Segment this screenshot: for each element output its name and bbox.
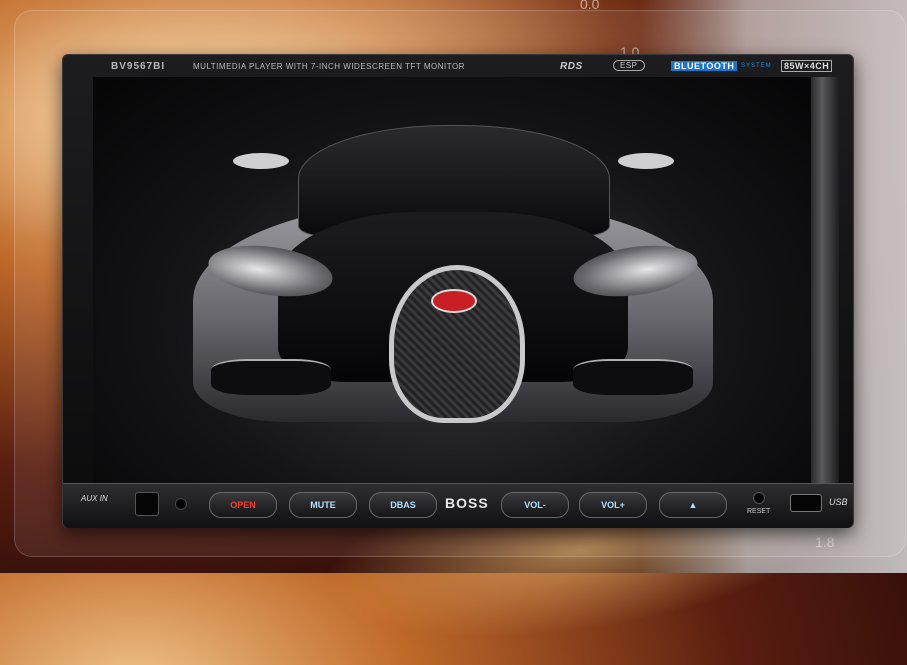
dbas-button[interactable]: DBAS: [369, 492, 437, 518]
screen-side-bezel: [811, 77, 839, 485]
aux-jack: [175, 498, 187, 510]
car-image-vent-left: [211, 359, 331, 395]
reset-button[interactable]: [753, 492, 765, 504]
ir-sensor-button[interactable]: [135, 492, 159, 516]
scale-label-top: 0.0: [580, 0, 600, 12]
car-image-emblem: [431, 289, 477, 313]
volume-up-button[interactable]: VOL+: [579, 492, 647, 518]
usb-port: [790, 494, 822, 512]
tagline-label: MULTIMEDIA PLAYER WITH 7-INCH WIDESCREEN…: [193, 62, 465, 71]
bluetooth-logo: BLUETOOTH: [671, 61, 738, 71]
car-image-mirror-left: [233, 153, 289, 169]
mute-button[interactable]: MUTE: [289, 492, 357, 518]
open-button[interactable]: OPEN: [209, 492, 277, 518]
rds-logo: RDS: [560, 61, 583, 72]
model-label: BV9567BI: [111, 61, 166, 72]
reset-label: RESET: [747, 508, 771, 515]
control-strip: AUX IN OPEN MUTE DBAS BOSS VOL- VOL+ ▲ R…: [63, 483, 853, 528]
car-image-vent-right: [573, 359, 693, 395]
scale-label-bottom: 1.8: [815, 534, 835, 550]
head-unit: BV9567BI MULTIMEDIA PLAYER WITH 7-INCH W…: [62, 54, 854, 528]
esp-logo: ESP: [613, 60, 645, 71]
car-image-mirror-right: [618, 153, 674, 169]
brand-logo: BOSS: [445, 495, 489, 511]
power-rating-badge: 85W×4CH: [781, 60, 833, 72]
bluetooth-system-label: SYSTEM: [741, 63, 772, 69]
aux-in-label: AUX IN: [81, 494, 108, 503]
eject-button[interactable]: ▲: [659, 492, 727, 518]
unit-top-bar: BV9567BI MULTIMEDIA PLAYER WITH 7-INCH W…: [63, 55, 853, 77]
usb-label: USB: [829, 497, 848, 507]
volume-down-button[interactable]: VOL-: [501, 492, 569, 518]
touchscreen-display[interactable]: [93, 77, 811, 485]
